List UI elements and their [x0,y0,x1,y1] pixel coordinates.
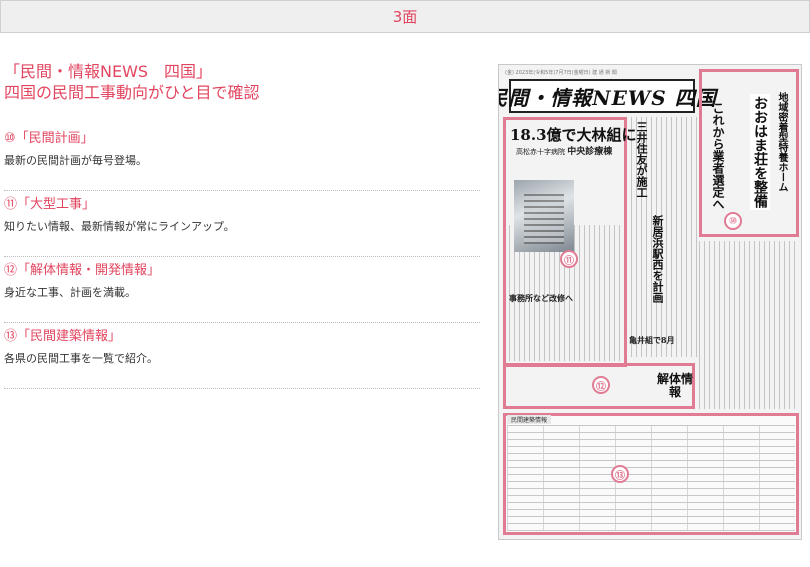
number-badge: ⑬ [611,465,629,483]
demolition-info-label: 解体情報 [657,372,694,399]
section-heading: ⑬「民間建築情報」 [4,329,122,344]
vertical-heading: 三井住友が施工 [635,121,648,198]
number-badge: ⑩ [724,212,742,230]
vertical-heading: 新居浜駅西を計画 [651,215,664,303]
vertical-heading: これから業者選定へ [711,102,725,210]
newspaper-masthead: 民間・情報NEWS 四国 [499,79,716,113]
section-text: 各県の民間工事を一覧で紹介。 [4,352,158,365]
section-text: 身近な工事、計画を満載。 [4,286,136,299]
section-private-building-info: ⑬「民間建築情報」 各県の民間工事を一覧で紹介。 [4,328,480,389]
newspaper-page-image: (金) 2023年(令和5年)7月7日(金曜日) 建 通 新 聞 民間・情報NE… [498,64,802,540]
text-column [699,241,799,409]
vertical-heading: おおはま荘を整備 [750,94,770,210]
number-badge: ⑪ [560,250,578,268]
section-heading: ⑪「大型工事」 [4,197,96,212]
vertical-heading: 地域密着型特養ホーム [776,92,787,192]
intro: 「民間・情報NEWS 四国」 四国の民間工事動向がひと目で確認 [4,61,484,103]
number-badge: ⑫ [592,376,610,394]
highlight-box-private-plans: 地域密着型特養ホーム おおはま荘を整備 これから業者選定へ ⑩ [699,69,799,237]
section-text: 知りたい情報、最新情報が常にラインアップ。 [4,220,235,233]
section-demolition-development: ⑫「解体情報・開発情報」 身近な工事、計画を満載。 [4,262,480,323]
section-private-plans: ⑩「民間計画」 最新の民間計画が毎号登場。 [4,130,480,191]
intro-title-line2: 四国の民間工事動向がひと目で確認 [4,83,260,102]
page-header: 3面 [0,0,810,33]
section-large-works: ⑪「大型工事」 知りたい情報、最新情報が常にラインアップ。 [4,196,480,257]
table-title: 民間建築情報 [507,415,552,424]
building-photo [514,180,574,252]
section-text: 最新の民間計画が毎号登場。 [4,154,147,167]
big-headline: 18.3億で大林組に [510,126,637,144]
section-heading: ⑫「解体情報・開発情報」 [4,263,161,278]
article-heading: 亀井組で8月 [629,335,675,345]
article-heading: 事務所など改修へ [509,293,573,303]
page-title: 3面 [392,8,418,26]
section-list: ⑩「民間計画」 最新の民間計画が毎号登場。 ⑪「大型工事」 知りたい情報、最新情… [4,130,480,394]
intro-title-line1: 「民間・情報NEWS 四国」 [4,62,213,81]
sub-headline: 高松赤十字病院 中央診療棟 [516,147,613,157]
building-info-table [507,425,795,531]
section-heading: ⑩「民間計画」 [4,131,94,146]
highlight-box-large-works: 18.3億で大林組に 高松赤十字病院 中央診療棟 ⑪ [503,117,637,367]
